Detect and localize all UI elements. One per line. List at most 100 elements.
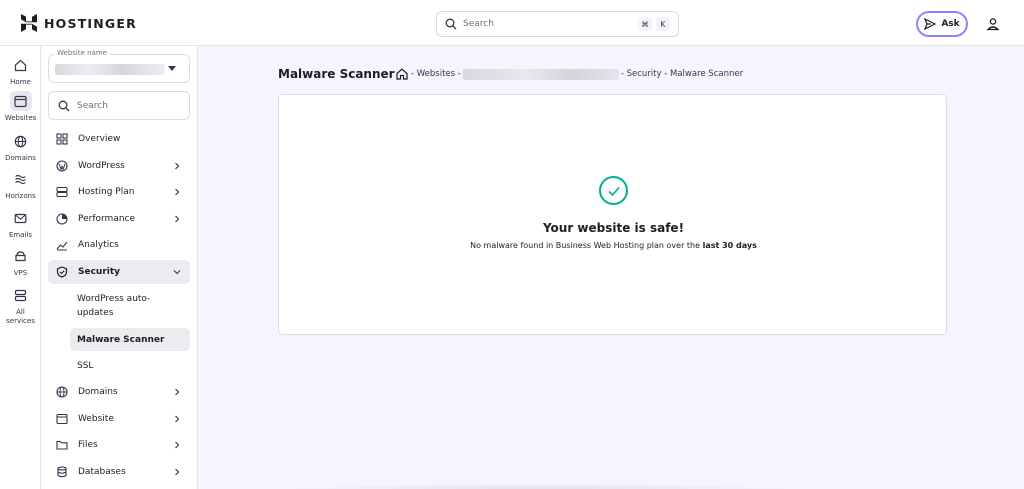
- wordpress-icon: [56, 160, 68, 172]
- sidebar-label-security: Security: [78, 267, 121, 277]
- websites-icon: [14, 95, 27, 107]
- safe-desc-text: No malware found in Business Web Hosting…: [470, 241, 703, 250]
- sidebar-label-domains: Domains: [78, 387, 118, 397]
- horizons-icon: [15, 174, 26, 184]
- ask-label: Ask: [941, 19, 960, 29]
- globe-icon: [56, 386, 68, 398]
- sidebar-search-placeholder: Search: [77, 100, 108, 111]
- chevron-right-icon: [175, 441, 180, 449]
- safe-description: No malware found in Business Web Hosting…: [279, 241, 948, 250]
- website-select[interactable]: Website name: [48, 49, 190, 83]
- shortcut-k-key: K: [656, 17, 670, 31]
- chevron-right-icon: [175, 415, 180, 423]
- rail-item-emails[interactable]: Emails: [0, 208, 41, 240]
- rail-item-domains[interactable]: Domains: [0, 131, 41, 163]
- sparkle-send-icon: [924, 18, 937, 30]
- sidebar-label-databases: Databases: [78, 467, 126, 477]
- submenu-ssl[interactable]: SSL: [70, 354, 190, 378]
- chevron-right-icon: [175, 162, 180, 170]
- shortcut-cmd-key: ⌘: [638, 17, 652, 31]
- sidebar-label-wordpress: WordPress: [78, 161, 125, 171]
- gauge-icon: [56, 213, 68, 225]
- submenu-malware-scanner[interactable]: Malware Scanner: [70, 328, 190, 351]
- sidebar-item-security[interactable]: Security: [48, 260, 190, 284]
- vps-icon: [15, 250, 26, 261]
- rail-label-home: Home: [10, 78, 31, 86]
- folder-icon: [56, 440, 68, 450]
- breadcrumb-site-redacted[interactable]: [462, 68, 619, 80]
- sidebar-item-analytics[interactable]: Analytics: [48, 233, 190, 257]
- chart-icon: [56, 241, 68, 251]
- website-select-label: Website name: [55, 49, 109, 57]
- grid-icon: [56, 133, 68, 145]
- globe-icon: [14, 135, 27, 147]
- rail-item-vps[interactable]: VPS: [0, 246, 41, 278]
- rail-item-home[interactable]: Home: [0, 55, 41, 87]
- scan-result-card: Your website is safe! No malware found i…: [278, 94, 947, 335]
- breadcrumb-tail: - Security - Malware Scanner: [620, 69, 744, 79]
- sidebar-item-files[interactable]: Files: [48, 433, 190, 457]
- sidebar-item-databases[interactable]: Databases: [48, 460, 190, 484]
- sidebar-label-performance: Performance: [78, 214, 136, 224]
- sidebar-label-files: Files: [78, 440, 98, 450]
- sidebar-item-hosting-plan[interactable]: Hosting Plan: [48, 180, 190, 204]
- top-bar: HOSTINGER Search ⌘ K Ask: [0, 0, 1024, 46]
- check-circle-icon: [599, 176, 628, 205]
- rail-label-emails: Emails: [8, 231, 33, 239]
- sidebar-item-website[interactable]: Website: [48, 407, 190, 431]
- hostinger-logo-icon: [21, 14, 37, 32]
- submenu-label-auto-updates: WordPress auto- updates: [77, 293, 151, 318]
- breadcrumb: - Websites - - Security - Malware Scanne…: [396, 68, 743, 80]
- services-icon: [14, 289, 27, 301]
- sidebar-item-performance[interactable]: Performance: [48, 207, 190, 231]
- rail-label-websites: Websites: [4, 114, 37, 122]
- server-icon: [56, 186, 68, 198]
- database-icon: [57, 466, 67, 478]
- chevron-right-icon: [175, 188, 180, 196]
- rail-label-all-services-text: All services: [6, 308, 35, 325]
- rail-label-horizons: Horizons: [5, 192, 36, 200]
- sidebar-label-analytics: Analytics: [78, 240, 119, 250]
- rail-item-horizons[interactable]: Horizons: [0, 169, 41, 201]
- browser-icon: [56, 413, 68, 425]
- safe-desc-period: last 30 days: [702, 241, 757, 250]
- sidebar-item-domains[interactable]: Domains: [48, 380, 190, 404]
- ask-ai-button[interactable]: Ask: [916, 11, 968, 37]
- sidebar-item-wordpress[interactable]: WordPress: [48, 154, 190, 178]
- shield-icon: [56, 266, 68, 278]
- breadcrumb-websites[interactable]: - Websites -: [411, 69, 461, 79]
- website-sidebar: Website name Search Overview WordPress H…: [41, 46, 198, 489]
- sidebar-item-overview[interactable]: Overview: [48, 127, 190, 151]
- chevron-right-icon: [175, 388, 180, 396]
- safe-title: Your website is safe!: [542, 221, 685, 235]
- home-icon[interactable]: [396, 68, 408, 80]
- home-icon: [14, 59, 27, 71]
- chevron-right-icon: [175, 215, 180, 223]
- hostinger-logo[interactable]: HOSTINGER: [20, 14, 137, 32]
- rail-item-all-services[interactable]: All services: [0, 285, 41, 326]
- chevron-down-icon: [173, 270, 181, 275]
- website-name-redacted: [55, 64, 165, 75]
- sidebar-search-input[interactable]: Search: [48, 91, 190, 120]
- bottom-shadow: [280, 484, 800, 489]
- page-title: Malware Scanner: [278, 67, 395, 81]
- user-account-icon[interactable]: [985, 16, 1001, 32]
- sidebar-label-overview: Overview: [78, 134, 121, 144]
- submenu-wordpress-auto-updates[interactable]: WordPress auto- updates: [70, 291, 190, 320]
- brand-name: HOSTINGER: [44, 15, 137, 31]
- rail-label-vps: VPS: [13, 269, 28, 277]
- submenu-label-malware-scanner: Malware Scanner: [77, 334, 165, 345]
- chevron-right-icon: [175, 468, 180, 476]
- sidebar-label-website: Website: [78, 414, 114, 424]
- search-placeholder: Search: [463, 19, 494, 29]
- mail-icon: [14, 213, 27, 223]
- search-icon: [445, 18, 457, 30]
- global-search-input[interactable]: Search ⌘ K: [436, 11, 679, 37]
- sidebar-label-hosting-plan: Hosting Plan: [78, 187, 135, 197]
- caret-down-icon: [168, 66, 176, 71]
- rail-item-websites[interactable]: Websites: [0, 91, 41, 123]
- rail-label-all-services: All services: [6, 308, 35, 326]
- search-icon: [58, 100, 70, 111]
- submenu-label-ssl: SSL: [77, 361, 94, 371]
- rail-label-domains: Domains: [5, 154, 36, 162]
